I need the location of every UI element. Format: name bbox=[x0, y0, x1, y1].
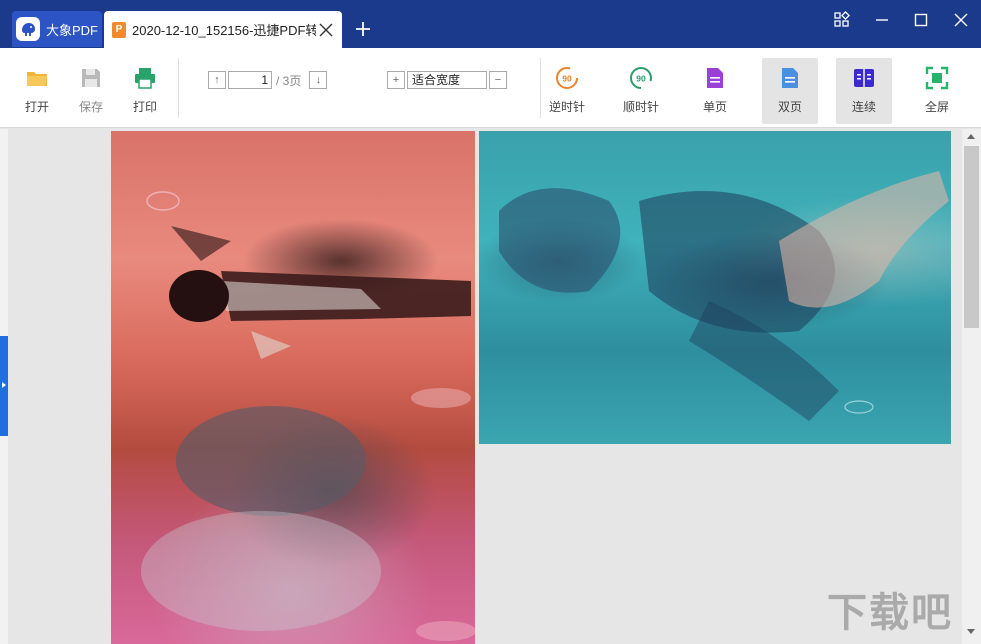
toolbar-divider bbox=[178, 58, 179, 118]
rotate-ccw-button[interactable]: 90 逆时针 bbox=[539, 60, 595, 116]
prev-page-button[interactable]: ↑ bbox=[208, 71, 226, 89]
fullscreen-icon bbox=[925, 66, 949, 90]
rotate-ccw-icon: 90 bbox=[556, 67, 578, 89]
toolbar: 打开 保存 打印 ↑ 1 / 3页 ↓ + 适合宽度 − 90 逆时针 90 顺… bbox=[0, 48, 981, 128]
save-label: 保存 bbox=[78, 100, 103, 114]
double-page-icon bbox=[782, 68, 798, 88]
document-tab-title: 2020-12-10_152156-迅捷PDF转换 bbox=[132, 23, 316, 38]
watermark: 下载吧 bbox=[827, 591, 953, 635]
printer-icon bbox=[135, 68, 155, 89]
zoom-out-button[interactable]: − bbox=[489, 71, 507, 89]
continuous-button[interactable]: 连续 bbox=[836, 58, 892, 124]
double-page-label: 双页 bbox=[777, 100, 802, 114]
title-bar: 大象PDF P 2020-12-10_152156-迅捷PDF转换 bbox=[0, 0, 981, 48]
file-type-badge: P bbox=[115, 24, 123, 35]
rotate-cw-label: 顺时针 bbox=[622, 100, 659, 114]
ppt-file-icon: P bbox=[112, 21, 126, 38]
arrow-down-icon: ↓ bbox=[315, 74, 322, 86]
print-label: 打印 bbox=[132, 100, 157, 114]
single-page-icon bbox=[707, 68, 723, 88]
app-name: 大象PDF bbox=[46, 22, 99, 38]
next-page-button[interactable]: ↓ bbox=[309, 71, 328, 89]
layout-icon[interactable] bbox=[832, 10, 852, 30]
minimize-icon[interactable] bbox=[872, 10, 892, 30]
document-viewer[interactable]: 下载吧 bbox=[0, 129, 981, 644]
open-button[interactable]: 打开 bbox=[9, 60, 65, 116]
fullscreen-button[interactable]: 全屏 bbox=[909, 60, 965, 116]
vertical-scrollbar[interactable] bbox=[962, 129, 981, 644]
page-total: / 3页 bbox=[276, 73, 302, 88]
rotate-cw-button[interactable]: 90 顺时针 bbox=[613, 60, 669, 116]
rotate-ccw-label: 逆时针 bbox=[548, 100, 585, 114]
plus-icon: + bbox=[392, 74, 400, 86]
scroll-up-icon[interactable] bbox=[967, 134, 975, 139]
document-tab[interactable]: P 2020-12-10_152156-迅捷PDF转换 bbox=[104, 11, 342, 48]
double-page-button[interactable]: 双页 bbox=[762, 58, 818, 124]
rotate-ccw-value: 90 bbox=[562, 74, 572, 84]
rotate-cw-icon: 90 bbox=[630, 67, 652, 89]
single-page-label: 单页 bbox=[702, 100, 727, 114]
pdf-page-2 bbox=[479, 131, 951, 444]
open-label: 打开 bbox=[24, 100, 49, 114]
zoom-in-button[interactable]: + bbox=[387, 71, 405, 89]
page-1-image bbox=[141, 191, 475, 641]
zoom-control: + 适合宽度 − bbox=[387, 70, 507, 90]
arrow-up-icon: ↑ bbox=[214, 74, 220, 86]
save-disk-icon bbox=[82, 69, 100, 87]
folder-icon bbox=[27, 72, 47, 86]
page-navigator: ↑ 1 / 3页 ↓ bbox=[208, 70, 328, 90]
page-2-image bbox=[499, 171, 949, 421]
scrollbar-thumb[interactable] bbox=[964, 146, 979, 328]
zoom-select[interactable]: 适合宽度 bbox=[407, 71, 487, 89]
continuous-label: 连续 bbox=[851, 100, 876, 114]
continuous-icon bbox=[854, 69, 874, 87]
save-button[interactable]: 保存 bbox=[63, 60, 119, 116]
print-button[interactable]: 打印 bbox=[117, 60, 173, 116]
app-tab[interactable]: 大象PDF bbox=[12, 11, 102, 47]
sidebar-toggle[interactable] bbox=[0, 336, 8, 436]
new-tab-icon[interactable] bbox=[352, 18, 374, 40]
page-number-input[interactable]: 1 bbox=[228, 71, 272, 89]
elephant-logo-icon bbox=[16, 17, 40, 41]
close-tab-icon[interactable] bbox=[318, 22, 334, 38]
rotate-cw-value: 90 bbox=[636, 74, 646, 84]
scroll-down-icon[interactable] bbox=[967, 629, 975, 634]
close-window-icon[interactable] bbox=[951, 10, 971, 30]
pdf-page-1 bbox=[111, 131, 475, 644]
minus-icon: − bbox=[494, 74, 502, 86]
single-page-button[interactable]: 单页 bbox=[687, 60, 743, 116]
maximize-icon[interactable] bbox=[911, 10, 931, 30]
fullscreen-label: 全屏 bbox=[924, 100, 949, 114]
